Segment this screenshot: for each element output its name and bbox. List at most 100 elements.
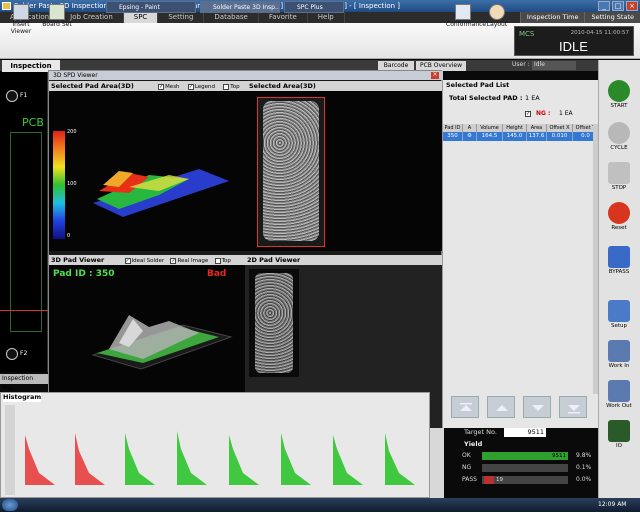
yield-ng-pct: 0.1%: [576, 464, 592, 471]
user-label: User :: [512, 61, 530, 68]
io-icon: [608, 420, 630, 442]
menu-setting[interactable]: Setting: [158, 12, 205, 23]
ng-label: NG :: [536, 110, 551, 117]
pcb-label: PCB: [22, 116, 44, 129]
table-row-height[interactable]: 145.0: [503, 132, 527, 141]
yield-pass-bar: 19: [482, 476, 568, 484]
pad-viewer-header: 3D Pad Viewer ✓ Ideal Solder ✓ Real Image …: [49, 255, 245, 275]
work-out-button[interactable]: Work Out: [601, 380, 637, 409]
pad-viewer-2d-title: 2D Pad Viewer: [247, 256, 301, 264]
yield-pass-pct: 0.0%: [576, 476, 592, 483]
first-page-button[interactable]: [451, 396, 479, 418]
first-arrow-icon: [460, 403, 472, 411]
table-row-status-icon[interactable]: ⚙: [463, 132, 477, 141]
bypass-button[interactable]: BYPASS: [601, 246, 637, 275]
selected-area-canvas[interactable]: [247, 91, 443, 251]
target-value[interactable]: 9511: [504, 428, 546, 437]
start-orb-icon[interactable]: [2, 499, 18, 511]
menu-database[interactable]: Database: [204, 12, 259, 23]
selected-pad-area-header: Selected Pad Area(3D) ✓ Mesh ✓ Legend Top …: [49, 81, 247, 101]
pad-area-3d-canvas[interactable]: 200 100 0: [49, 91, 247, 251]
legend-tick-min: 0: [67, 233, 71, 239]
board-set-button[interactable]: Board Set: [40, 2, 74, 34]
selected-area-title: Selected Area(3D): [249, 82, 316, 90]
taskbar-solder-paste[interactable]: Solder Paste 3D Insp...: [200, 1, 280, 13]
inspection-properties-tab[interactable]: Inspection Pro...: [0, 374, 48, 392]
histogram-title: Histogram: [3, 393, 42, 402]
col-volume[interactable]: Volume: [477, 124, 503, 132]
setup-icon: [608, 300, 630, 322]
histogram-bars: [17, 431, 415, 485]
stop-button[interactable]: STOP: [601, 162, 637, 191]
mcs-label: MCS: [519, 30, 535, 38]
taskbar-spc-plus[interactable]: SPC Plus: [284, 1, 344, 13]
yield-row-ng-label: NG: [462, 464, 472, 471]
table-row-pad-id[interactable]: 350: [443, 132, 463, 141]
cycle-button[interactable]: CYCLE: [601, 122, 637, 151]
maximize-button[interactable]: □: [612, 1, 624, 11]
col-height[interactable]: Height: [503, 124, 527, 132]
fiducial-top-icon: [6, 90, 18, 102]
spd-viewer-window: 3D SPD Viewer × Selected Pad Area(3D) ✓ M…: [48, 70, 443, 429]
taskbar: [0, 498, 640, 512]
menu-help[interactable]: Help: [308, 12, 345, 23]
col-a[interactable]: A: [463, 124, 477, 132]
col-area[interactable]: Area: [527, 124, 547, 132]
layout-label: Layout: [486, 21, 508, 28]
taskbar-paint[interactable]: Epsing - Paint: [106, 1, 196, 13]
mesh-checkbox[interactable]: ✓ Mesh: [158, 83, 180, 90]
start-button[interactable]: START: [601, 80, 637, 109]
conformance-button[interactable]: Conformance: [446, 2, 486, 34]
table-row-offset-x[interactable]: 0.010: [547, 132, 573, 141]
yield-ok-bar: 9511: [482, 452, 568, 460]
yield-row-pass-label: PASS: [462, 476, 477, 483]
pad-viewer-title: 3D Pad Viewer: [51, 256, 105, 264]
ideal-solder-checkbox[interactable]: ✓ Ideal Solder: [124, 257, 164, 264]
pcb-cursor-line: [0, 310, 48, 311]
setup-button[interactable]: Setup: [601, 300, 637, 329]
work-in-icon: [608, 340, 630, 362]
setting-state-button[interactable]: Setting State: [584, 12, 640, 23]
col-offset-x[interactable]: Offset X: [547, 124, 573, 132]
table-row-area[interactable]: 137.6: [527, 132, 547, 141]
yield-title: Yield: [464, 440, 483, 448]
viewer-icon: [13, 4, 29, 20]
chart-icon: [455, 4, 471, 20]
real-image-checkbox[interactable]: ✓ Real Image: [170, 257, 208, 264]
work-out-icon: [608, 380, 630, 402]
target-label: Target No.: [464, 428, 497, 436]
bypass-arrow-icon: [608, 246, 630, 268]
table-row-volume[interactable]: 164.5: [477, 132, 503, 141]
viewer-close-icon[interactable]: ×: [431, 72, 439, 79]
fiducial-bottom-label: F2: [20, 350, 28, 357]
fiducial-bottom-icon: [6, 348, 18, 360]
insert-viewer-button[interactable]: Insert Viewer: [4, 2, 38, 35]
io-button[interactable]: IO: [601, 420, 637, 449]
work-in-button[interactable]: Work In: [601, 340, 637, 369]
inspection-time-button[interactable]: Inspection Time: [519, 12, 585, 23]
taskbar-clock: 12:09 AM: [598, 501, 627, 508]
stop-icon: [608, 162, 630, 184]
user-select[interactable]: Idle: [532, 61, 576, 70]
legend-checkbox[interactable]: ✓ Legend: [187, 83, 215, 90]
cycle-icon: [608, 122, 630, 144]
prev-page-button[interactable]: [487, 396, 515, 418]
menu-spc[interactable]: SPC: [123, 12, 159, 23]
reset-button[interactable]: Reset: [601, 202, 637, 231]
menu-favorite[interactable]: Favorite: [259, 12, 308, 23]
pcb-overview-panel[interactable]: F1 PCB F2: [0, 72, 48, 372]
col-pad-id[interactable]: Pad ID: [443, 124, 463, 132]
close-button[interactable]: ×: [626, 1, 638, 11]
fiducial-top-label: F1: [20, 92, 28, 99]
last-page-button[interactable]: [559, 396, 587, 418]
board-set-label: Board Set: [42, 21, 72, 28]
spd-viewer-title: 3D SPD Viewer: [49, 71, 443, 80]
pad-3d-model: [91, 315, 233, 370]
layout-button[interactable]: Layout: [480, 2, 514, 34]
next-page-button[interactable]: [523, 396, 551, 418]
histogram-scroll-buttons[interactable]: [430, 428, 444, 498]
pad-status-badge: Bad: [207, 269, 227, 279]
ng-checkbox[interactable]: ✓: [525, 110, 532, 117]
minimize-button[interactable]: _: [598, 1, 610, 11]
reset-icon: [608, 202, 630, 224]
